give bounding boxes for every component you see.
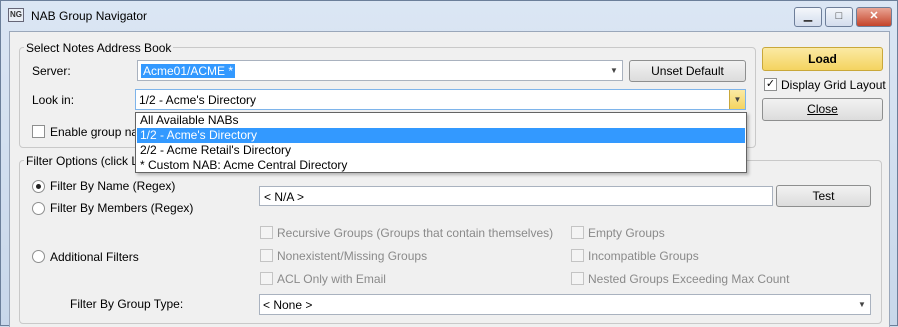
filter-by-name-label: Filter By Name (Regex) <box>50 179 176 193</box>
server-value: Acme01/ACME * <box>141 64 236 78</box>
test-button[interactable]: Test <box>776 185 871 207</box>
empty-groups-label: Empty Groups <box>588 226 665 240</box>
maximize-button[interactable]: □ <box>825 7 853 27</box>
display-grid-label: Display Grid Layout <box>781 78 886 92</box>
look-in-dropdown-list: All Available NABs 1/2 - Acme's Director… <box>135 112 747 173</box>
nonexistent-groups-label: Nonexistent/Missing Groups <box>277 249 428 263</box>
close-window-button[interactable]: ✕ <box>856 7 892 27</box>
acl-only-label: ACL Only with Email <box>277 272 386 286</box>
regex-value: < N/A > <box>264 190 305 204</box>
app-icon[interactable]: NG <box>8 8 24 22</box>
enable-group-label: Enable group na <box>50 125 139 139</box>
enable-group-checkbox[interactable] <box>32 125 45 138</box>
unset-default-button[interactable]: Unset Default <box>629 60 746 82</box>
title-bar[interactable]: NG NAB Group Navigator ▁ □ ✕ <box>1 1 897 31</box>
main-window: NG NAB Group Navigator ▁ □ ✕ Select Note… <box>0 0 898 327</box>
nonexistent-groups-checkbox[interactable] <box>260 249 273 262</box>
look-in-value: 1/2 - Acme's Directory <box>139 93 256 107</box>
filter-by-members-radio[interactable] <box>32 202 45 215</box>
chevron-down-icon[interactable]: ▼ <box>729 90 745 109</box>
incompatible-groups-checkbox[interactable] <box>571 249 584 262</box>
server-combo[interactable]: Acme01/ACME * ▼ <box>137 60 623 81</box>
filter-by-members-label: Filter By Members (Regex) <box>50 201 194 215</box>
group-type-label: Filter By Group Type: <box>70 297 184 311</box>
dropdown-option[interactable]: 2/2 - Acme Retail's Directory <box>137 143 745 158</box>
filter-by-name-radio[interactable] <box>32 180 45 193</box>
recursive-groups-label: Recursive Groups (Groups that contain th… <box>277 226 554 240</box>
look-in-combo[interactable]: 1/2 - Acme's Directory ▼ <box>135 89 746 110</box>
nested-groups-checkbox[interactable] <box>571 272 584 285</box>
load-button[interactable]: Load <box>762 47 883 71</box>
empty-groups-checkbox[interactable] <box>571 226 584 239</box>
minimize-button[interactable]: ▁ <box>794 7 822 27</box>
recursive-groups-checkbox[interactable] <box>260 226 273 239</box>
group-type-value: < None > <box>263 298 313 312</box>
nab-group-title: Select Notes Address Book <box>24 41 174 55</box>
incompatible-groups-label: Incompatible Groups <box>588 249 699 263</box>
dropdown-option-selected[interactable]: 1/2 - Acme's Directory <box>137 128 745 143</box>
close-button[interactable]: Close <box>762 98 883 121</box>
additional-filters-radio[interactable] <box>32 250 45 263</box>
display-grid-checkbox[interactable]: ✓ <box>764 78 777 91</box>
window-title: NAB Group Navigator <box>31 9 148 23</box>
dialog-client: Select Notes Address Book Server: Acme01… <box>9 31 890 327</box>
server-label: Server: <box>32 64 71 78</box>
acl-only-checkbox[interactable] <box>260 272 273 285</box>
filter-group-title: Filter Options (click L <box>24 154 141 168</box>
chevron-down-icon[interactable]: ▼ <box>854 295 870 314</box>
look-in-label: Look in: <box>32 93 75 107</box>
nested-groups-label: Nested Groups Exceeding Max Count <box>588 272 790 286</box>
dropdown-option[interactable]: All Available NABs <box>137 113 745 128</box>
group-type-combo[interactable]: < None > ▼ <box>259 294 871 315</box>
additional-filters-label: Additional Filters <box>50 250 139 264</box>
regex-input[interactable]: < N/A > <box>259 186 773 206</box>
dropdown-option[interactable]: * Custom NAB: Acme Central Directory <box>137 158 745 173</box>
chevron-down-icon[interactable]: ▼ <box>606 61 622 80</box>
